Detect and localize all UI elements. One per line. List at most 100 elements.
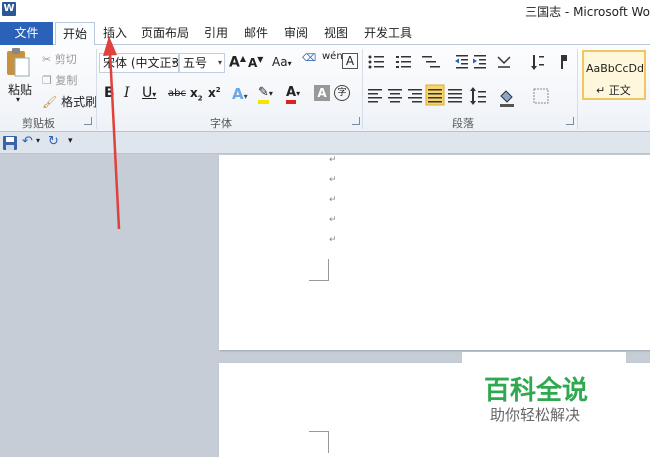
paragraph-mark: ↵ [329,175,337,185]
format-painter-label: 格式刷 [61,95,98,109]
style-name: ↵ 正文 [596,84,631,97]
tab-home[interactable]: 开始 [55,22,95,46]
window-title: 三国志 - Microsoft Wo [525,5,650,19]
quick-access-toolbar: ↶ ▾ ↻ ▾ [0,132,650,154]
copy-button[interactable]: ❐ 复制 [42,72,77,88]
italic-button[interactable]: I [124,85,130,101]
paragraph-launcher-icon[interactable] [566,117,574,125]
grow-font-button[interactable]: A▲ [229,54,246,71]
font-color-button[interactable]: A▾ [286,85,300,104]
font-name-combo[interactable]: 宋体 (中文正3 ▾ [99,53,179,73]
margin-corner-mark [309,431,329,453]
font-group-label: 字体 [210,117,232,130]
character-shading-button[interactable]: A [314,85,330,101]
superscript-button[interactable]: x2 [208,86,221,100]
justify-icon[interactable] [425,84,445,106]
shrink-font-button[interactable]: A▼ [248,55,263,70]
align-left-icon[interactable] [368,89,382,103]
increase-indent-icon[interactable] [473,55,486,69]
sort-icon[interactable] [531,55,544,70]
font-size-combo[interactable]: 五号 ▾ [179,53,225,73]
undo-icon[interactable]: ↶ [22,134,33,149]
distributed-icon[interactable] [448,89,462,103]
phonetic-guide-button[interactable]: wén [322,51,343,62]
change-case-button[interactable]: Aa▾ [272,55,292,69]
cut-button[interactable]: ✂ 剪切 [42,51,77,67]
font-launcher-icon[interactable] [352,117,360,125]
decrease-indent-icon[interactable] [455,55,468,69]
watermark-main-text: 百科全说 [484,376,589,406]
strikethrough-button[interactable]: abc [168,88,186,99]
copy-icon: ❐ [42,74,52,87]
highlighter-icon: ✎ [258,85,269,104]
line-spacing-icon[interactable] [470,87,486,105]
tab-review[interactable]: 审阅 [278,22,314,45]
phonetic-guide-icon: wén [322,51,343,62]
underline-button[interactable]: U▾ [142,85,156,101]
tab-file[interactable]: 文件 [0,22,53,45]
bold-button[interactable]: B [104,85,115,101]
tab-developer[interactable]: 开发工具 [360,22,416,45]
chevron-down-icon: ▾ [217,58,222,67]
enclose-characters-icon: 字 [337,88,347,98]
tab-insert[interactable]: 插入 [97,22,133,45]
save-icon[interactable] [3,136,17,150]
paragraph-mark: ↵ [329,155,337,165]
paragraph-group-label: 段落 [452,117,474,130]
clipboard-launcher-icon[interactable] [84,117,92,125]
word-app-icon[interactable]: W [2,2,16,16]
undo-dropdown-icon[interactable]: ▾ [36,136,40,145]
clipboard-group-label: 剪贴板 [22,117,55,130]
customize-toolbar-icon[interactable]: ▾ [68,136,73,146]
style-normal[interactable]: AaBbCcDdI ↵ 正文 [582,50,646,100]
paste-button[interactable]: 粘贴 ▾ [4,47,34,105]
italic-icon: I [124,85,130,101]
document-page[interactable]: ↵ ↵ ↵ ↵ ↵ [219,155,650,350]
chevron-down-icon: ▾ [171,58,176,67]
shading-icon[interactable] [500,90,514,107]
align-center-icon[interactable] [388,89,402,103]
group-separator [577,49,578,129]
text-effects-button[interactable]: A▾ [232,85,248,103]
paintbrush-icon: 🖌 [42,95,58,109]
strikethrough-icon: abc [168,88,186,99]
paste-dropdown-icon[interactable]: ▾ [16,95,20,104]
subscript-button[interactable]: x2 [190,86,203,102]
scissors-icon: ✂ [42,53,52,66]
bullets-icon[interactable] [368,55,385,69]
redo-icon[interactable]: ↻ [48,134,59,149]
tab-references[interactable]: 引用 [198,22,234,45]
highlight-button[interactable]: ✎▾ [258,85,273,104]
paragraph-mark: ↵ [329,195,337,205]
align-right-icon[interactable] [408,89,422,103]
watermark-logo: 百科全说 助你轻松解决 [462,352,626,432]
paragraph-mark: ↵ [329,235,337,245]
text-effects-icon: A [232,85,244,103]
ribbon-tabs: 文件 开始 插入 页面布局 引用 邮件 审阅 视图 开发工具 [0,22,650,46]
numbering-icon[interactable] [396,56,411,68]
character-border-icon: A [345,54,355,68]
font-color-icon: A [286,85,297,104]
tab-view[interactable]: 视图 [318,22,354,45]
enclose-characters-button[interactable]: 字 [334,85,350,101]
show-marks-icon[interactable] [561,55,567,69]
chinese-layout-icon[interactable] [497,56,511,68]
shrink-font-icon: A [248,56,258,70]
margin-corner-mark [309,259,329,281]
eraser-icon: ⌫ [302,53,317,64]
watermark-sub-text: 助你轻松解决 [490,406,581,424]
character-border-button[interactable]: A [342,53,358,69]
tab-mailings[interactable]: 邮件 [238,22,274,45]
multilevel-list-icon[interactable] [422,56,440,68]
paragraph-mark: ↵ [329,215,337,225]
title-bar: W 三国志 - Microsoft Wo [0,0,650,22]
tab-page-layout[interactable]: 页面布局 [137,22,193,45]
format-painter-button[interactable]: 🖌 格式刷 [42,93,97,110]
group-separator [362,49,363,129]
cut-label: 剪切 [54,53,77,66]
change-case-icon: Aa [272,55,288,69]
bold-icon: B [104,85,115,101]
borders-icon[interactable] [533,88,549,104]
ribbon: 粘贴 ▾ ✂ 剪切 ❐ 复制 🖌 格式刷 剪贴板 宋体 (中文正3 ▾ 五号 ▾… [0,45,650,132]
clear-formatting-button[interactable]: ⌫ [302,53,316,64]
